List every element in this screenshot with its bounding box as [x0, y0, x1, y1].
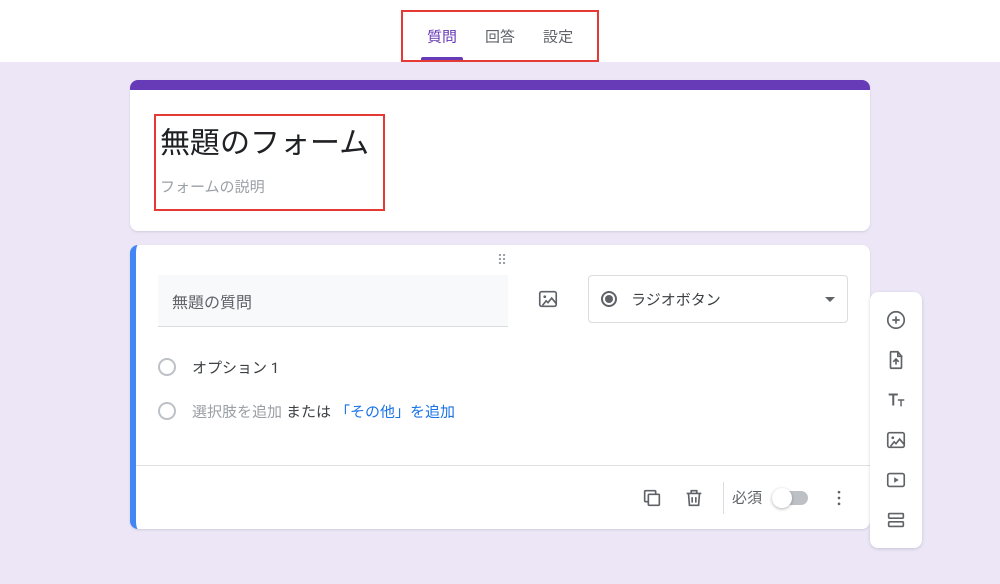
- add-section-button[interactable]: [876, 500, 916, 540]
- add-question-button[interactable]: [876, 300, 916, 340]
- trash-icon: [683, 487, 705, 509]
- tabs-highlight-box: 質問 回答 設定: [401, 10, 599, 62]
- radio-outline-icon: [158, 358, 176, 376]
- chevron-down-icon: [825, 297, 835, 302]
- add-image-button[interactable]: [876, 420, 916, 460]
- image-icon: [885, 429, 907, 451]
- tab-responses[interactable]: 回答: [471, 12, 529, 60]
- plus-circle-icon: [885, 309, 907, 331]
- form-canvas: 無題のフォーム フォームの説明 ⠿ ラジオボタン オプション 1 選択肢を: [0, 62, 1000, 584]
- tab-label: 設定: [543, 26, 573, 47]
- import-file-icon: [885, 349, 907, 371]
- required-label: 必須: [732, 487, 762, 508]
- separator: [723, 482, 724, 514]
- image-icon: [537, 288, 559, 310]
- floating-toolbar: [870, 292, 922, 548]
- tab-label: 回答: [485, 26, 515, 47]
- copy-icon: [641, 487, 663, 509]
- question-top-row: ラジオボタン: [136, 271, 870, 327]
- drag-handle-icon[interactable]: ⠿: [136, 253, 870, 271]
- question-type-select[interactable]: ラジオボタン: [588, 275, 848, 323]
- tab-label: 質問: [427, 26, 457, 47]
- option-label[interactable]: オプション 1: [192, 357, 279, 378]
- question-card[interactable]: ⠿ ラジオボタン オプション 1 選択肢を追加 または 「その他」を追加: [130, 245, 870, 529]
- title-highlight-box: 無題のフォーム フォームの説明: [154, 114, 385, 211]
- add-title-button[interactable]: [876, 380, 916, 420]
- more-options-button[interactable]: [818, 477, 860, 519]
- required-toggle[interactable]: [772, 491, 808, 505]
- title-tt-icon: [885, 389, 907, 411]
- import-questions-button[interactable]: [876, 340, 916, 380]
- add-other-link[interactable]: 「その他」を追加: [335, 401, 455, 422]
- form-title[interactable]: 無題のフォーム: [160, 118, 369, 162]
- insert-image-button[interactable]: [530, 275, 566, 323]
- or-text: または: [286, 401, 331, 422]
- option-row[interactable]: オプション 1: [158, 345, 848, 389]
- question-title-input[interactable]: [158, 275, 508, 327]
- more-vert-icon: [829, 488, 849, 508]
- add-video-button[interactable]: [876, 460, 916, 500]
- video-icon: [885, 469, 907, 491]
- form-header-card[interactable]: 無題のフォーム フォームの説明: [130, 80, 870, 231]
- tab-questions[interactable]: 質問: [413, 12, 471, 60]
- type-select-label: ラジオボタン: [631, 289, 825, 310]
- radio-outline-icon: [158, 402, 176, 420]
- tab-settings[interactable]: 設定: [529, 12, 587, 60]
- add-option-row: 選択肢を追加 または 「その他」を追加: [158, 389, 848, 433]
- duplicate-button[interactable]: [631, 477, 673, 519]
- delete-button[interactable]: [673, 477, 715, 519]
- add-option-text[interactable]: 選択肢を追加: [192, 401, 282, 422]
- section-icon: [885, 509, 907, 531]
- radio-icon: [601, 291, 617, 307]
- top-tabs-bar: 質問 回答 設定: [0, 0, 1000, 62]
- question-footer: 必須: [136, 465, 870, 529]
- form-description[interactable]: フォームの説明: [160, 176, 369, 197]
- options-list: オプション 1 選択肢を追加 または 「その他」を追加: [136, 327, 870, 437]
